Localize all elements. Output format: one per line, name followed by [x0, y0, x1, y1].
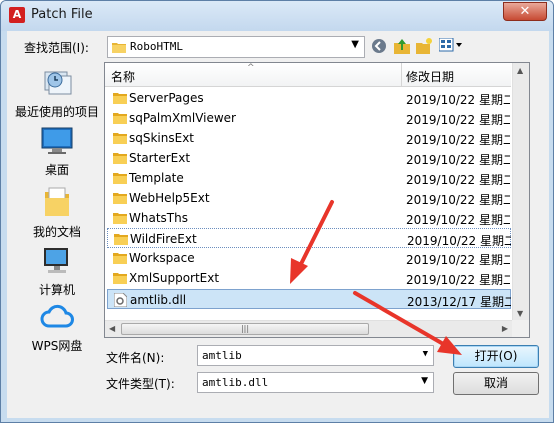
file-list[interactable]: 名称 ^ 修改日期 ServerPages 2019/10/22 星期二 ...…	[104, 62, 530, 338]
folder-icon	[114, 234, 128, 245]
chevron-down-icon[interactable]: ▼	[423, 349, 428, 359]
list-item[interactable]: ServerPages 2019/10/22 星期二 ...	[107, 88, 511, 108]
filename-label: 文件名(N):	[106, 351, 165, 365]
filename-value: amtlib	[202, 349, 242, 362]
place-recent[interactable]: 最近使用的项目	[12, 66, 102, 120]
place-label: 计算机	[38, 283, 75, 297]
file-name: XmlSupportExt	[129, 271, 220, 285]
file-name: StarterExt	[129, 151, 191, 165]
folder-icon	[113, 133, 127, 144]
computer-icon	[44, 248, 68, 273]
adobe-app-icon: A	[9, 7, 25, 23]
file-date: 2019/10/22 星期二 ...	[406, 133, 510, 147]
vertical-scrollbar[interactable]: ▲ ▼	[512, 63, 529, 321]
documents-icon	[45, 187, 69, 216]
file-name: sqPalmXmlViewer	[129, 111, 236, 125]
file-date: 2019/10/22 星期二 ...	[406, 93, 510, 107]
lookin-value: RoboHTML	[130, 40, 183, 53]
place-wps-cloud[interactable]: WPS网盘	[12, 304, 102, 354]
sort-ascending-icon: ^	[247, 63, 255, 73]
list-item[interactable]: sqPalmXmlViewer 2019/10/22 星期二 ...	[107, 108, 511, 128]
file-name: sqSkinsExt	[129, 131, 195, 145]
scroll-down-icon[interactable]: ▼	[517, 309, 523, 318]
list-item[interactable]: Workspace 2019/10/22 星期二 ...	[107, 248, 511, 268]
column-header-name[interactable]: 名称	[111, 68, 135, 85]
file-date: 2019/10/22 星期二 ...	[406, 193, 510, 207]
filetype-label: 文件类型(T):	[106, 377, 175, 391]
cloud-icon	[40, 304, 74, 328]
folder-icon	[113, 253, 127, 264]
chevron-down-icon[interactable]: ▼	[421, 376, 428, 386]
place-documents[interactable]: 我的文档	[12, 186, 102, 240]
file-name: amtlib.dll	[130, 293, 187, 307]
column-header-modified[interactable]: 修改日期	[406, 68, 454, 85]
place-label: 最近使用的项目	[14, 105, 99, 119]
recent-items-icon	[44, 71, 72, 95]
views-menu-icon[interactable]	[438, 37, 464, 56]
file-date: 2013/12/17 星期二 ...	[407, 295, 511, 309]
file-date: 2019/10/22 星期二 ...	[406, 153, 510, 167]
place-desktop[interactable]: 桌面	[12, 126, 102, 178]
list-item-selected[interactable]: amtlib.dll 2013/12/17 星期二 ...	[107, 289, 511, 309]
close-button[interactable]: ✕	[503, 2, 547, 21]
title-bar[interactable]: A Patch File ✕	[1, 1, 553, 31]
file-name: WildFireExt	[130, 232, 197, 246]
new-folder-icon[interactable]	[415, 38, 433, 56]
chevron-down-icon[interactable]: ▼	[351, 39, 359, 50]
file-date: 2019/10/22 星期二 ...	[406, 173, 510, 187]
place-label: WPS网盘	[31, 339, 83, 353]
filename-input[interactable]: amtlib ▼	[197, 345, 434, 366]
dll-file-icon	[114, 293, 127, 307]
list-item[interactable]: WhatsThs 2019/10/22 星期二 ...	[107, 208, 511, 228]
folder-icon	[113, 193, 127, 204]
file-date: 2019/10/22 星期二 ...	[406, 253, 510, 267]
window-title: Patch File	[31, 7, 93, 22]
scroll-thumb[interactable]: |||	[121, 323, 369, 335]
list-item[interactable]: sqSkinsExt 2019/10/22 星期二 ...	[107, 128, 511, 148]
list-item[interactable]: Template 2019/10/22 星期二 ...	[107, 168, 511, 188]
lookin-combobox[interactable]: RoboHTML ▼	[107, 36, 365, 58]
file-date: 2019/10/22 星期二 ...	[406, 213, 510, 227]
lookin-label: 查找范围(I):	[24, 41, 89, 55]
folder-icon	[113, 93, 127, 104]
scroll-up-icon[interactable]: ▲	[517, 66, 523, 75]
list-header: 名称 ^ 修改日期	[105, 63, 511, 87]
open-button[interactable]: 打开(O)	[453, 345, 539, 368]
list-item[interactable]: StarterExt 2019/10/22 星期二 ...	[107, 148, 511, 168]
list-item[interactable]: XmlSupportExt 2019/10/22 星期二 ...	[107, 268, 511, 288]
file-date: 2019/10/22 星期二 ...	[406, 273, 510, 287]
file-name: Template	[129, 171, 184, 185]
horizontal-scrollbar[interactable]: ◀ ||| ▶	[105, 320, 512, 337]
file-name: ServerPages	[129, 91, 204, 105]
scroll-right-icon[interactable]: ▶	[502, 324, 508, 333]
file-date: 2019/10/22 星期二 ...	[406, 113, 510, 127]
file-name: WebHelp5Ext	[129, 191, 210, 205]
filetype-select[interactable]: amtlib.dll ▼	[197, 372, 434, 393]
filetype-value: amtlib.dll	[202, 376, 269, 389]
folder-icon	[113, 173, 127, 184]
folder-icon	[113, 273, 127, 284]
file-name: Workspace	[129, 251, 195, 265]
scroll-left-icon[interactable]: ◀	[109, 324, 115, 333]
file-name: WhatsThs	[129, 211, 188, 225]
cancel-button[interactable]: 取消	[453, 372, 539, 395]
file-date: 2019/10/22 星期二 ...	[407, 234, 511, 248]
place-label: 桌面	[44, 163, 69, 177]
desktop-icon	[41, 127, 73, 154]
list-item[interactable]: WebHelp5Ext 2019/10/22 星期二 ...	[107, 188, 511, 208]
up-folder-icon[interactable]	[393, 38, 411, 56]
folder-icon	[113, 213, 127, 224]
scrollbar-corner	[512, 320, 529, 337]
column-separator[interactable]	[401, 63, 402, 87]
place-computer[interactable]: 计算机	[12, 246, 102, 298]
folder-icon	[112, 43, 126, 53]
back-arrow-icon[interactable]	[370, 38, 388, 56]
folder-icon	[113, 113, 127, 124]
place-label: 我的文档	[32, 225, 81, 239]
places-bar: 最近使用的项目 桌面 我的文档 计算机 WPS网盘	[12, 62, 102, 362]
folder-icon	[113, 153, 127, 164]
list-item[interactable]: WildFireExt 2019/10/22 星期二 ...	[107, 228, 511, 248]
